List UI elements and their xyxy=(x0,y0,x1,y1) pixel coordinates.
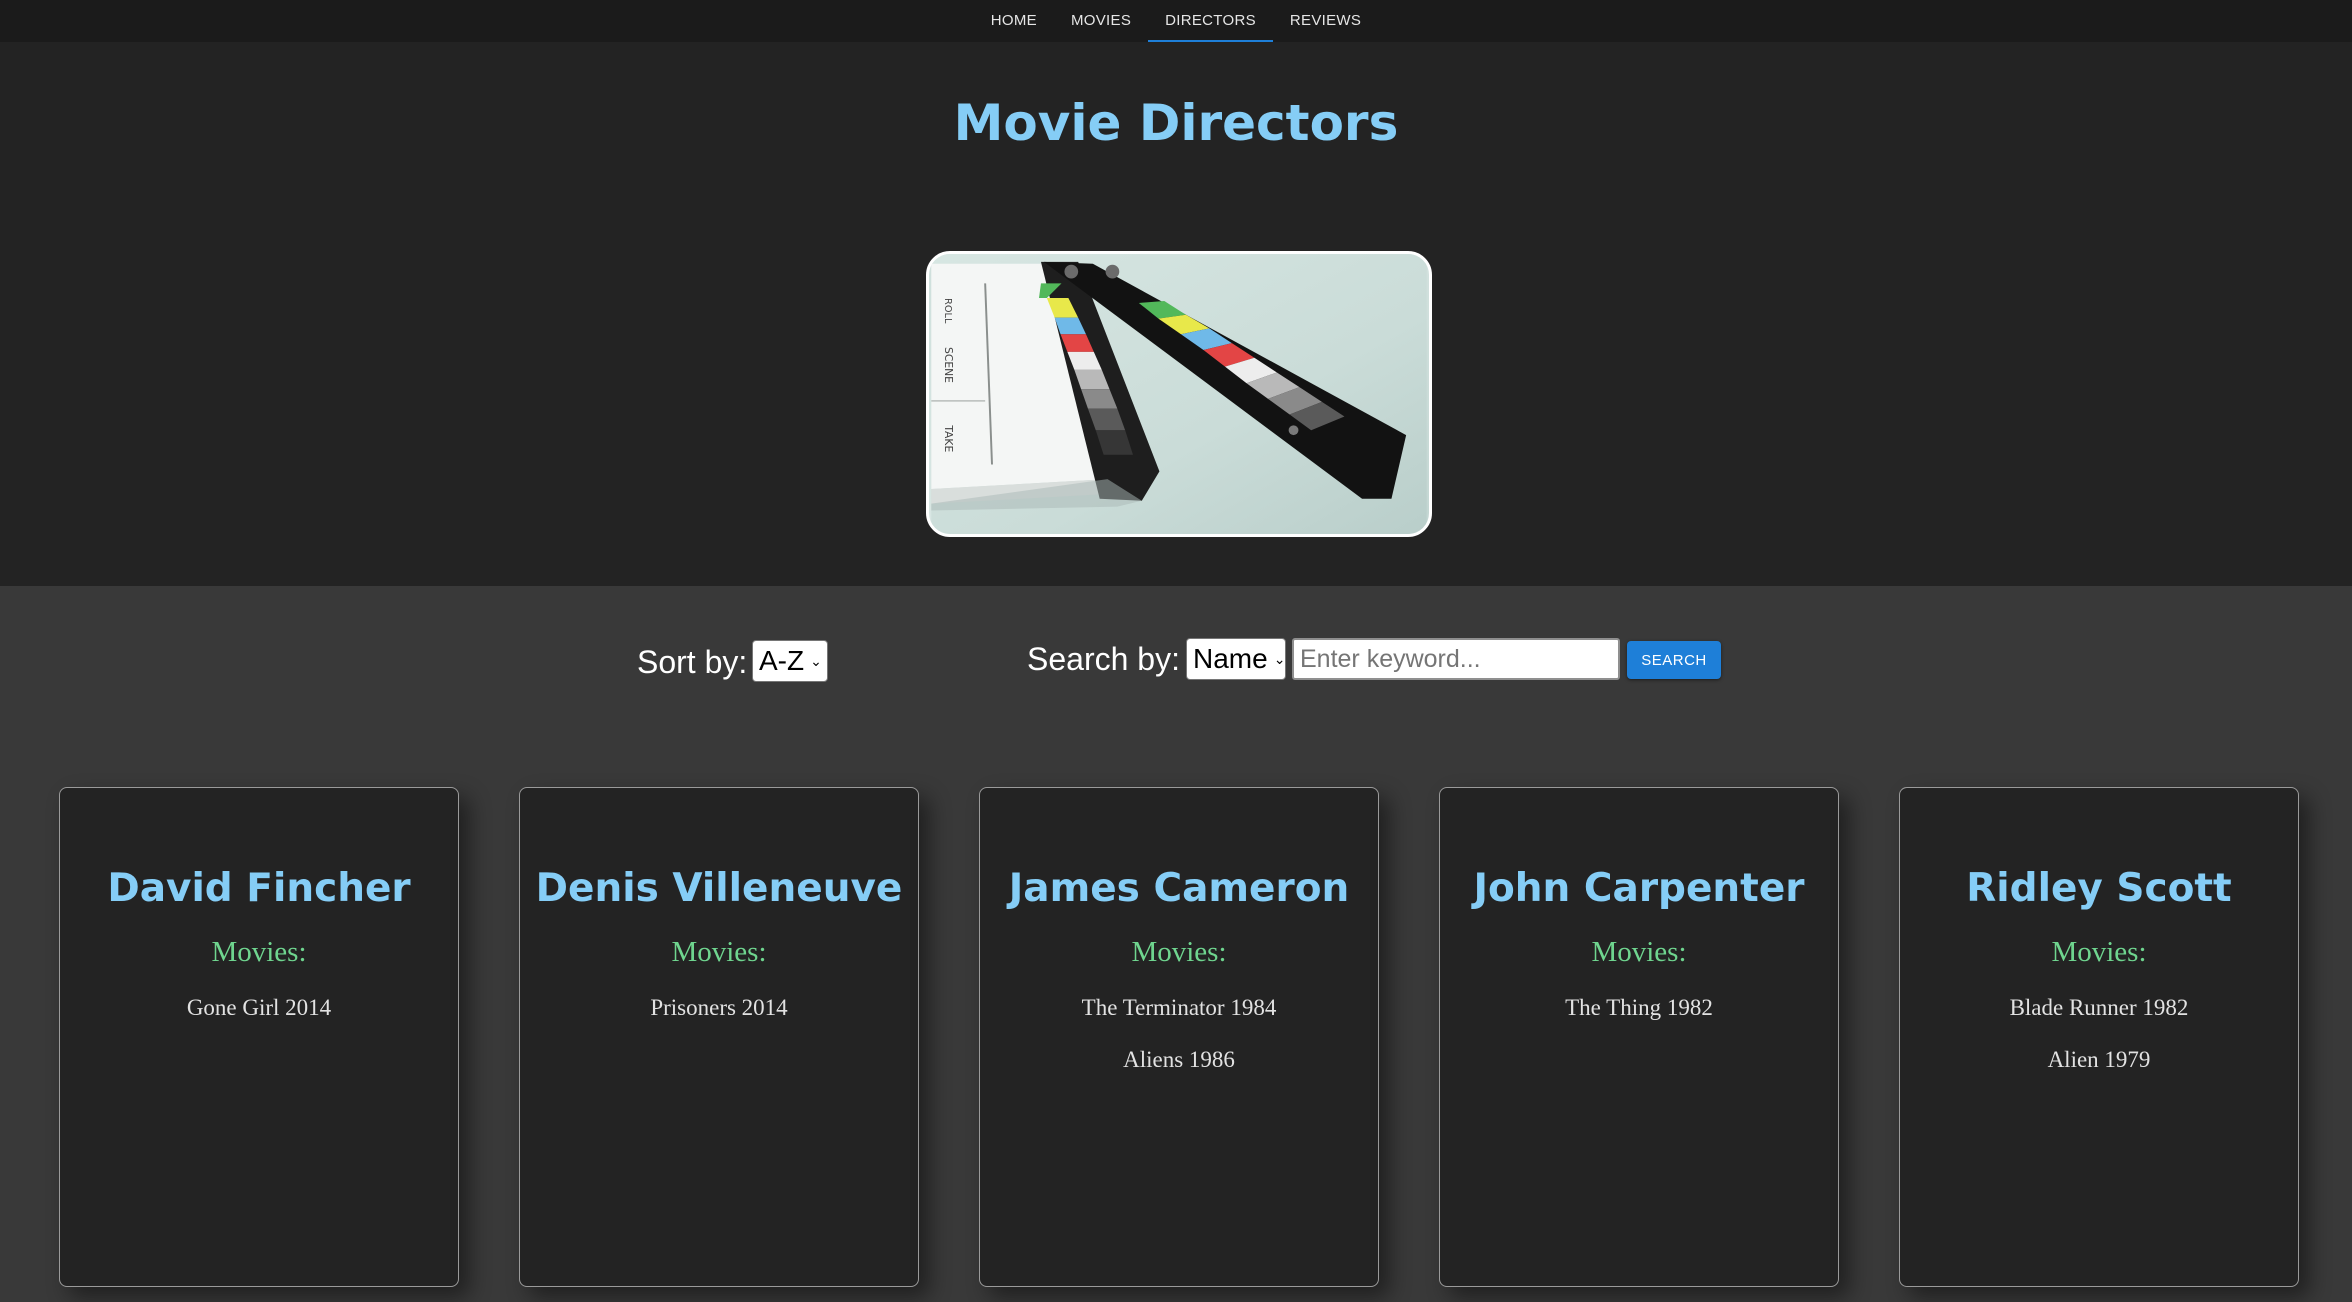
page-title: Movie Directors xyxy=(953,94,1399,152)
movie-item: Prisoners 2014 xyxy=(650,995,788,1020)
director-name: James Cameron xyxy=(1008,866,1350,911)
search-by-select[interactable]: Name ⌄ xyxy=(1186,638,1286,680)
sort-label: Sort by: xyxy=(637,644,748,680)
movies-label: Movies: xyxy=(1131,936,1227,968)
director-card-james-cameron: James Cameron Movies: The Terminator 198… xyxy=(979,787,1379,1287)
sort-select[interactable]: A-Z ⌄ xyxy=(752,640,828,682)
nav-reviews[interactable]: REVIEWS xyxy=(1273,0,1378,40)
director-card-john-carpenter: John Carpenter Movies: The Thing 1982 xyxy=(1439,787,1839,1287)
chevron-down-icon: ⌄ xyxy=(810,652,822,669)
top-navigation: HOME MOVIES DIRECTORS REVIEWS xyxy=(0,0,2352,42)
sort-select-value: A-Z xyxy=(759,645,805,676)
hero-section: Movie Directors ROLL SCENE TAKE xyxy=(0,42,2352,586)
search-button[interactable]: SEARCH xyxy=(1627,641,1721,679)
movies-label: Movies: xyxy=(2051,936,2147,968)
director-card-ridley-scott: Ridley Scott Movies: Blade Runner 1982 A… xyxy=(1899,787,2299,1287)
nav-movies[interactable]: MOVIES xyxy=(1054,0,1148,40)
search-by-select-value: Name xyxy=(1193,643,1268,674)
movies-label: Movies: xyxy=(671,936,767,968)
clapper-take-text: TAKE xyxy=(942,424,955,452)
search-label: Search by: xyxy=(1027,641,1180,677)
director-name: Denis Villeneuve xyxy=(535,866,903,911)
movie-item: Blade Runner 1982 xyxy=(2009,995,2189,1020)
movie-item: Alien 1979 xyxy=(2047,1047,2151,1072)
nav-home[interactable]: HOME xyxy=(974,0,1054,40)
movie-item: Aliens 1986 xyxy=(1123,1047,1235,1072)
clapper-scene-text: SCENE xyxy=(942,347,955,383)
chevron-down-icon: ⌄ xyxy=(1273,650,1286,667)
clapper-roll-text: ROLL xyxy=(942,298,953,324)
clapperboard-image: ROLL SCENE TAKE xyxy=(926,251,1432,537)
search-input[interactable] xyxy=(1292,638,1620,680)
director-card-david-fincher: David Fincher Movies: Gone Girl 2014 xyxy=(59,787,459,1287)
nav-directors[interactable]: DIRECTORS xyxy=(1148,0,1273,42)
movies-label: Movies: xyxy=(211,936,307,968)
director-card-denis-villeneuve: Denis Villeneuve Movies: Prisoners 2014 xyxy=(519,787,919,1287)
director-name: John Carpenter xyxy=(1473,866,1805,911)
director-name: David Fincher xyxy=(107,866,411,911)
controls-bar: Sort by: A-Z ⌄ Search by: Name ⌄ SEARCH xyxy=(0,586,2352,736)
movie-item: The Thing 1982 xyxy=(1565,995,1713,1020)
director-name: Ridley Scott xyxy=(1966,866,2232,911)
movie-item: The Terminator 1984 xyxy=(1081,995,1277,1020)
movies-label: Movies: xyxy=(1591,936,1687,968)
movie-item: Gone Girl 2014 xyxy=(186,995,332,1020)
